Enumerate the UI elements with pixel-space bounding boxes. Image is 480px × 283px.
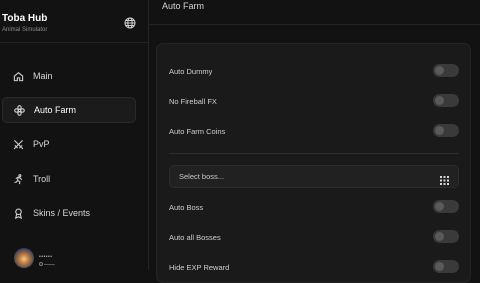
no-fireball-fx-toggle[interactable] xyxy=(433,94,459,107)
sidebar-item-troll[interactable]: Troll xyxy=(2,166,136,192)
boss-select-dropdown[interactable]: Select boss... xyxy=(169,165,459,188)
toggle-knob xyxy=(435,126,444,135)
page-title: Auto Farm xyxy=(162,1,205,11)
hide-exp-reward-toggle[interactable] xyxy=(433,260,459,273)
sidebar-item-skins-events[interactable]: Skins / Events xyxy=(2,200,136,226)
section-divider xyxy=(169,153,459,154)
auto-farm-coins-toggle[interactable] xyxy=(433,124,459,137)
status-line xyxy=(44,264,55,265)
flower-icon xyxy=(13,104,25,116)
toggle-row-auto-all-bosses: Auto all Bosses xyxy=(169,230,459,244)
sidebar-item-label: Auto Farm xyxy=(34,105,77,115)
avatar xyxy=(14,248,34,268)
toggle-label: Auto Farm Coins xyxy=(169,126,226,136)
app-window: Toba Hub Animal Simulator Main Auto Farm… xyxy=(0,0,480,283)
toggle-row-no-fireball-fx: No Fireball FX xyxy=(169,94,459,108)
app-subtitle: Animal Simulator xyxy=(2,27,48,33)
home-icon xyxy=(12,70,24,82)
toggle-knob xyxy=(435,96,444,105)
toggle-knob xyxy=(435,66,444,75)
toggle-row-auto-boss: Auto Boss xyxy=(169,200,459,214)
main-content: Auto Farm Auto Dummy No Fireball FX Auto… xyxy=(149,0,480,283)
toggle-label: Hide EXP Reward xyxy=(169,262,230,272)
toggle-label: Auto all Bosses xyxy=(169,232,221,242)
swords-icon xyxy=(12,138,24,150)
brand: Toba Hub Animal Simulator xyxy=(2,13,47,33)
toggle-label: No Fireball FX xyxy=(169,96,217,106)
status-knob xyxy=(39,262,43,266)
toggle-label: Auto Boss xyxy=(169,202,204,212)
running-person-icon xyxy=(12,173,24,185)
toggle-row-auto-dummy: Auto Dummy xyxy=(169,64,459,78)
toggle-row-auto-farm-coins: Auto Farm Coins xyxy=(169,124,459,138)
header-divider xyxy=(149,24,480,25)
auto-dummy-toggle[interactable] xyxy=(433,64,459,77)
auto-farm-panel: Auto Dummy No Fireball FX Auto Farm Coin… xyxy=(156,43,471,283)
medal-icon xyxy=(12,207,24,219)
sidebar-item-main[interactable]: Main xyxy=(2,63,136,89)
sidebar: Toba Hub Animal Simulator Main Auto Farm… xyxy=(0,0,149,270)
auto-all-bosses-toggle[interactable] xyxy=(433,230,459,243)
sidebar-item-auto-farm[interactable]: Auto Farm xyxy=(2,97,136,123)
sidebar-item-label: Skins / Events xyxy=(33,208,91,218)
globe-icon[interactable] xyxy=(124,16,136,29)
sidebar-item-pvp[interactable]: PvP xyxy=(2,131,136,157)
grid-icon xyxy=(440,172,449,185)
boss-select-placeholder: Select boss... xyxy=(179,172,225,181)
profile-status-indicator xyxy=(39,262,55,266)
app-title: Toba Hub xyxy=(2,13,48,24)
toggle-label: Auto Dummy xyxy=(169,66,213,76)
toggle-knob xyxy=(435,232,444,241)
auto-boss-toggle[interactable] xyxy=(433,200,459,213)
sidebar-divider xyxy=(0,42,148,43)
sidebar-item-label: Main xyxy=(33,71,53,81)
profile-name: •••••• xyxy=(39,254,53,260)
toggle-knob xyxy=(435,202,444,211)
toggle-row-hide-exp-reward: Hide EXP Reward xyxy=(169,260,459,274)
sidebar-item-label: PvP xyxy=(33,139,50,149)
sidebar-item-label: Troll xyxy=(33,174,51,184)
